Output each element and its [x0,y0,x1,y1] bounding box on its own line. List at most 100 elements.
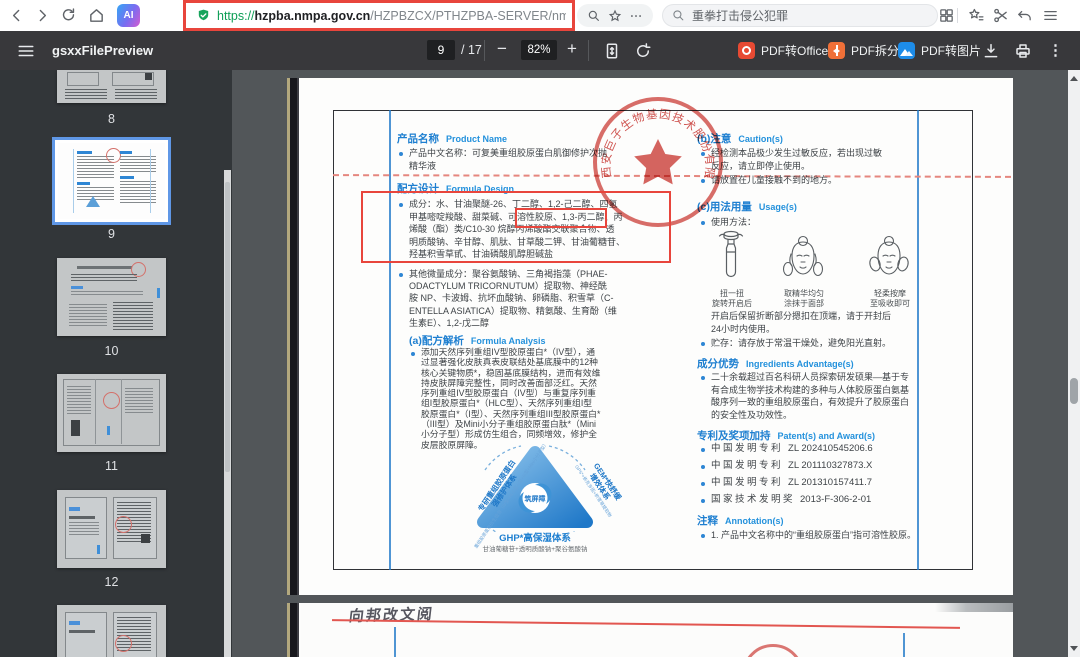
handwritten-annotation: 向邦改文阅 [348,603,435,626]
scan-edge [287,78,301,595]
search-text: 重拳打击侵公犯罪 [692,7,788,24]
thumbnail-sidebar: 8 9 [0,70,232,657]
patent-row: 中国发明专利ZL 201310157411.7 [711,477,872,490]
patent-row: 中国发明专利ZL 201110327873.X [711,460,872,473]
thumbnail-page-13[interactable] [57,605,166,657]
favorites-list-icon[interactable] [968,7,985,24]
zoom-level[interactable]: 82% [521,40,557,60]
trace-ingredients-text: 其他微量成分：聚谷氨酸钠、三角褐指藻（PHAE-ODACTYLUM TRICOR… [409,268,617,329]
viewer-title: gsxxFilePreview [52,43,153,58]
label-divider [903,633,905,657]
usage-note: 开启后保留折断部分摁扣在顶端，请于开封后24小时内使用。 [711,310,891,335]
annotation-text: 1. 产品中文名称中的“重组胶原蛋白”指可溶性胶原。 [711,529,916,542]
scrollbar-up-icon[interactable] [1070,76,1078,81]
advantage-text: 二十余载超过百名科研人员探索研发硕果—基于专有合成生物学技术构建的多种与人体胶原… [711,371,909,421]
document-viewer: 产品名称Product Name 产品中文名称：可复美重组胶原蛋白肌御修护次抛精… [232,70,1080,657]
forward-icon[interactable] [34,7,51,24]
section-product-name: 产品名称Product Name [397,129,507,147]
thumbnail-page-9-selected[interactable] [52,137,171,225]
thumbnail-page-8[interactable] [57,70,166,103]
pdf-page-10: 向邦改文阅 [287,603,1013,657]
apps-grid-icon[interactable] [938,7,955,24]
split-icon [828,42,845,59]
thumbnail-label-10: 10 [57,344,166,358]
toolbar-separator [588,40,589,61]
company-seal-partial [742,644,804,657]
pdf-to-office-button[interactable]: PDF转Office [738,42,828,59]
browser-menu-icon[interactable] [1042,7,1059,24]
fit-page-icon[interactable] [603,42,621,60]
image-icon [898,42,915,59]
home-icon[interactable] [88,7,105,24]
thumbnail-page-9 [58,143,165,219]
office-icon [738,42,755,59]
zoom-in-button[interactable]: + [562,39,582,59]
sidebar-toggle-icon[interactable] [17,42,35,60]
zoom-page-icon[interactable] [587,9,601,23]
analysis-text: 添加天然序列重组IV型胶原蛋白*（IV型），通过显著强化皮肤真表皮联结处基底膜中… [421,347,600,450]
section-annotation: 注释Annotation(s) [697,511,784,529]
section-ingredients-advantage: 成分优势Ingredients Advantage(s) [697,354,854,372]
thumbnail-label-12: 12 [57,575,166,589]
thumbnail-label-8: 8 [57,112,166,126]
pdf-toolbar: gsxxFilePreview 9 / 17 − 82% + PDF转Offic… [0,31,1080,70]
undo-history-icon[interactable] [1016,7,1033,24]
secure-shield-icon [196,8,211,23]
caution-text-1: 经检测本品极少发生过敏反应，若出现过敏反应，请立即停止使用。 [711,147,882,172]
print-icon[interactable] [1014,42,1032,60]
thumbnail-label-9: 9 [57,227,166,241]
pdf-split-button[interactable]: PDF拆分 [828,42,899,59]
address-bar-actions [577,4,653,27]
download-icon[interactable] [982,42,1000,60]
face-apply-illustration [779,234,827,286]
page-total-label: / 17 [461,43,482,57]
reload-icon[interactable] [60,7,77,24]
scan-smudge [935,603,1013,612]
viewer-scrollbar-thumb[interactable] [1070,378,1078,404]
search-icon [672,9,685,22]
brand-system-triangle-logo: 筑屏障 专研重组胶原蛋白强修护体系 重组胶原蛋白仿生组合（IV型+HLC型+I型… [455,440,615,555]
url-host: hzpba.nmpa.gov.cn [255,9,371,23]
more-options-icon[interactable] [629,9,643,23]
viewer-scrollbar[interactable] [1068,70,1080,657]
thumbnail-page-11[interactable] [57,374,166,452]
label-divider [917,110,919,570]
usage-caption-2: 取精华均匀涂抹于面部 [773,289,835,308]
screen: AI https://hzpba.nmpa.gov.cn/HZPBZCX/PTH… [0,0,1080,657]
section-patents: 专利及奖项加持Patent(s) and Award(s) [697,426,875,444]
ampoule-illustration [717,228,745,288]
scrollbar-down-icon[interactable] [1070,646,1078,651]
rotate-page-icon[interactable] [634,42,652,60]
zoom-out-button[interactable]: − [492,39,512,59]
url-path: /HZPBZCX/PTHZPBA-SERVER/nmpafile/gsxxFil… [370,9,566,23]
address-bar[interactable]: https://hzpba.nmpa.gov.cn/HZPBZCX/PTHZPB… [196,4,566,27]
usage-caption-3: 轻柔按摩至吸收即可 [859,289,921,308]
caution-text-2: 请放置在儿童接触不到的地方。 [711,174,837,187]
product-name-text: 产品中文名称：可复美重组胶原蛋白肌御修护次抛精华液 [409,147,607,172]
ai-assistant-icon[interactable]: AI [117,4,140,27]
thumbnail-label-11: 11 [57,459,166,473]
patent-row: 国家技术发明奖2013-F-306-2-01 [711,494,871,507]
red-annotation-soluble-collagen [515,208,607,228]
storage-text: 贮存：请存放于常温干燥处，避免阳光直射。 [711,337,891,350]
patent-row: 中国发明专利ZL 202410545206.6 [711,443,873,456]
face-massage-illustration [865,234,913,286]
url-scheme: https:// [217,9,255,23]
search-box[interactable]: 重拳打击侵公犯罪 [662,4,938,27]
label-divider [389,110,391,570]
usage-caption-1: 扭一扭旋转开启后 [703,289,761,308]
pdf-page-9: 产品名称Product Name 产品中文名称：可复美重组胶原蛋白肌御修护次抛精… [287,78,1013,595]
pdf-to-image-button[interactable]: PDF转图片 [898,42,981,59]
thumbnail-page-10[interactable] [57,258,166,336]
ghp-system-sublabel: 甘油葡糖苷+透明质酸钠+聚谷氨酸钠 [455,543,615,553]
sidebar-scrollbar-thumb[interactable] [225,182,230,472]
page-number-input[interactable]: 9 [427,40,455,60]
scissors-clip-icon[interactable] [992,7,1009,24]
viewer-menu-icon[interactable]: ⋮ [1048,41,1063,59]
bookmark-star-icon[interactable] [608,9,622,23]
thumbnail-page-12[interactable] [57,490,166,568]
back-icon[interactable] [8,7,25,24]
ghp-system-label: GHP*高保湿体系 [455,530,615,544]
toolbar-separator [484,40,485,61]
scan-edge [287,603,301,657]
